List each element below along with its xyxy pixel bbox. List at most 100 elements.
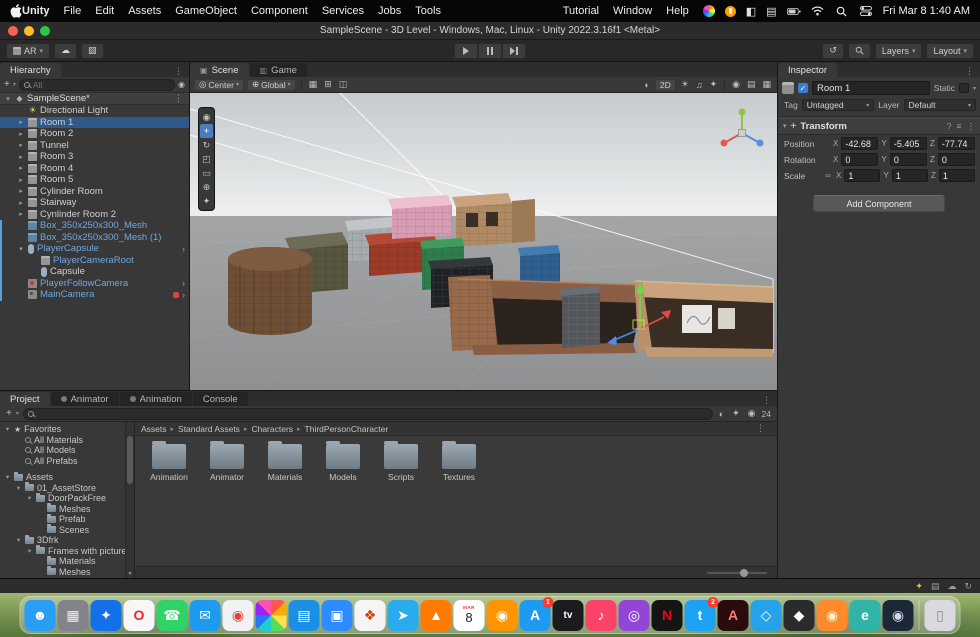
scene-menu-icon[interactable]: ⋮ xyxy=(168,93,189,104)
hierarchy-item-capsule[interactable]: Capsule xyxy=(0,266,189,278)
transform-tool[interactable]: ⊕ xyxy=(200,180,213,194)
zoom-icon[interactable]: ▣ xyxy=(321,599,353,631)
help-icon[interactable]: ? xyxy=(947,121,952,132)
position-x-field[interactable]: -42.68 xyxy=(841,137,879,150)
hierarchy-item-room-5[interactable]: ▸ Room 5 xyxy=(0,174,189,186)
hierarchy-item-cynlinder-room-2[interactable]: ▸ Cynlinder Room 2 xyxy=(0,209,189,221)
grid-snapping-icon[interactable]: ◫ xyxy=(337,79,350,90)
scale-z-field[interactable]: 1 xyxy=(938,169,975,182)
scene-object-pink-box[interactable] xyxy=(388,195,452,239)
static-dropdown-icon[interactable]: ▾ xyxy=(973,85,976,92)
whatsapp-icon[interactable]: ☎ xyxy=(156,599,188,631)
netflix-icon[interactable]: N xyxy=(651,599,683,631)
asset-folder-materials[interactable]: Materials xyxy=(261,441,309,482)
2d-toggle-button[interactable]: 2D xyxy=(654,78,676,91)
search-by-type-icon[interactable]: ◐ xyxy=(717,409,726,419)
foldout-arrow[interactable]: ▾ xyxy=(17,245,25,253)
tab-project[interactable]: Project xyxy=(0,392,50,406)
foldout-arrow[interactable]: ▸ xyxy=(17,141,25,149)
extension-icon[interactable]: ◧ xyxy=(746,5,756,18)
foldout-arrow[interactable]: ▾ xyxy=(26,494,33,502)
foldout-arrow[interactable]: ▾ xyxy=(15,536,22,544)
hierarchy-item-playercapsule[interactable]: ▾ PlayerCapsule › xyxy=(0,243,189,255)
zoom-window-button[interactable] xyxy=(40,25,50,36)
breadcrumb-item-characters[interactable]: Characters xyxy=(251,424,293,434)
breadcrumb-item-assets[interactable]: Assets xyxy=(141,424,167,434)
app-store-icon[interactable]: A1 xyxy=(519,596,554,631)
vlc-icon[interactable]: ▲ xyxy=(420,599,452,631)
create-asset-button[interactable]: + xyxy=(6,408,12,419)
scale-x-field[interactable]: 1 xyxy=(844,169,881,182)
icon-size-slider[interactable] xyxy=(707,568,767,577)
scene-object-tan-room[interactable] xyxy=(634,280,774,357)
foldout-arrow[interactable]: ▸ xyxy=(17,130,25,138)
hierarchy-search-input[interactable] xyxy=(32,79,171,90)
constrain-proportions-icon[interactable]: ∞ xyxy=(825,171,833,180)
project-tree-item-all-models[interactable]: All Models xyxy=(0,445,134,456)
hierarchy-item-box-350x250x300-mesh[interactable]: Box_350x250x300_Mesh xyxy=(0,220,189,232)
siri-icon[interactable] xyxy=(702,5,715,17)
cloud-services-button[interactable]: ☁ xyxy=(54,42,78,59)
scene-audio-icon[interactable]: ♫ xyxy=(694,80,705,90)
scale-tool[interactable]: ◰ xyxy=(200,152,213,166)
tab-inspector[interactable]: Inspector xyxy=(778,63,838,77)
project-tree-item-materials[interactable]: Materials xyxy=(0,555,134,567)
camera-overlay-icon[interactable]: ▤ xyxy=(745,79,758,90)
hierarchy-item-maincamera[interactable]: MainCamera › xyxy=(0,289,189,301)
control-center-icon[interactable] xyxy=(859,4,873,18)
project-tree-item-favorites[interactable]: ▾ ★ Favorites xyxy=(0,424,134,435)
asset-folder-models[interactable]: Models xyxy=(319,441,367,482)
rotation-z-field[interactable]: 0 xyxy=(937,153,975,166)
menu-assets[interactable]: Assets xyxy=(128,5,161,17)
hierarchy-menu-icon[interactable]: ⋮ xyxy=(168,66,189,77)
rotation-x-field[interactable]: 0 xyxy=(841,153,879,166)
unity-hub-icon[interactable]: ◆ xyxy=(783,599,815,631)
adobe-app-icon[interactable]: A xyxy=(717,599,749,631)
create-object-button[interactable]: + xyxy=(4,79,10,90)
menu-component[interactable]: Component xyxy=(251,5,308,17)
play-button[interactable] xyxy=(454,42,478,59)
menu-tools[interactable]: Tools xyxy=(415,5,441,17)
safari-icon[interactable]: ✦ xyxy=(90,599,122,631)
foldout-arrow[interactable]: ▸ xyxy=(17,153,25,161)
project-tree-item-meshes[interactable]: Meshes xyxy=(0,503,134,515)
hierarchy-item-room-4[interactable]: ▸ Room 4 xyxy=(0,163,189,175)
hidden-packages-icon[interactable]: ◉ xyxy=(746,408,758,419)
menubar-clock[interactable]: Fri Mar 8 1:40 AM xyxy=(883,5,970,17)
mail-icon[interactable]: ✉ xyxy=(189,599,221,631)
foldout-arrow[interactable]: ▸ xyxy=(17,187,25,195)
tool-handle-pivot-dropdown[interactable]: ◎ Center ▾ xyxy=(194,78,244,91)
foldout-arrow[interactable]: ▸ xyxy=(17,176,25,184)
photos-icon[interactable] xyxy=(255,599,287,631)
hierarchy-item-box-350x250x300-mesh-1[interactable]: Box_350x250x300_Mesh (1) xyxy=(0,231,189,243)
foldout-arrow[interactable]: ▸ xyxy=(17,164,25,172)
project-tree-item-all-materials[interactable]: All Materials xyxy=(0,435,134,446)
twitter-icon[interactable]: t2 xyxy=(684,596,719,631)
scene-object-tan-boxes[interactable] xyxy=(452,193,535,247)
step-button[interactable] xyxy=(502,42,526,59)
project-tree-item-doorpackfree[interactable]: ▾ DoorPackFree xyxy=(0,492,134,504)
scene-visibility-icon[interactable]: ◉ xyxy=(178,80,185,89)
transform-component-header[interactable]: ▾ + Transform ? ≡ ⋮ xyxy=(778,117,980,135)
hierarchy-item-room-1[interactable]: ▸ Room 1 xyxy=(0,116,189,128)
foldout-arrow[interactable]: ▾ xyxy=(4,95,12,103)
project-tree-scrollbar[interactable]: ▾ xyxy=(125,422,134,578)
tab-console[interactable]: Console xyxy=(192,392,248,406)
scale-y-field[interactable]: 1 xyxy=(891,169,928,182)
menu-help[interactable]: Help xyxy=(666,5,689,17)
project-menu-icon[interactable]: ⋮ xyxy=(756,395,777,406)
hierarchy-item-tunnel[interactable]: ▸ Tunnel xyxy=(0,140,189,152)
project-tree-item-01-assetstore[interactable]: ▾ 01_AssetStore xyxy=(0,482,134,494)
project-tree-item-frames-with-pictures[interactable]: ▾ Frames with pictures xyxy=(0,545,134,557)
project-tree-item-meshes[interactable]: Meshes xyxy=(0,566,134,578)
foldout-arrow[interactable]: ▸ xyxy=(17,199,25,207)
spotlight-search-icon[interactable] xyxy=(835,4,849,18)
active-checkbox[interactable]: ✓ xyxy=(798,83,808,93)
finder-icon[interactable]: ☻ xyxy=(24,599,56,631)
project-search-input[interactable] xyxy=(36,408,708,419)
undo-history-button[interactable]: ↺ xyxy=(822,42,844,59)
foldout-arrow[interactable]: ▾ xyxy=(783,122,787,130)
scene-header-row[interactable]: ▾ ◆ SampleScene* ⋮ xyxy=(0,93,189,105)
opera-icon[interactable]: O xyxy=(123,599,155,631)
move-tool[interactable]: + xyxy=(200,124,213,138)
